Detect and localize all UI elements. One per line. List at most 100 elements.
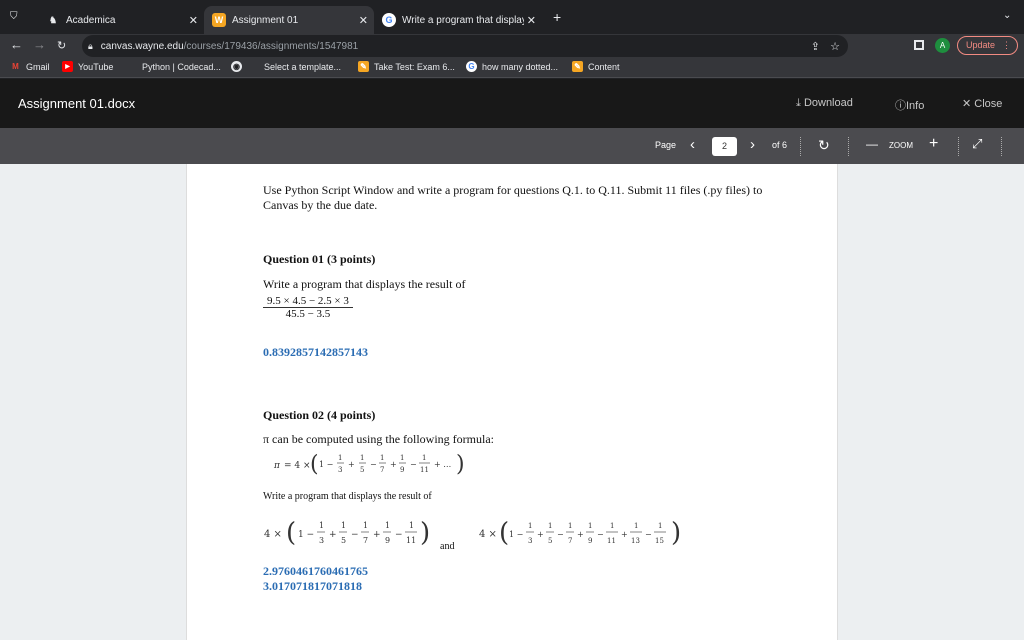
forward-icon[interactable]: →	[33, 37, 46, 52]
svg-text:11: 11	[607, 537, 616, 545]
svg-text:−: −	[645, 530, 652, 539]
prev-page-icon[interactable]: ‹	[690, 136, 695, 153]
divider	[848, 137, 849, 156]
q2-answer-2: 3.017071817071818	[263, 579, 362, 593]
google-icon: G	[466, 61, 477, 72]
svg-text:3: 3	[528, 537, 532, 545]
extension-icon[interactable]	[914, 40, 924, 50]
svg-text:4 ×: 4 ×	[264, 529, 282, 540]
bookmarks-bar: M Gmail ▶ YouTube Python | Codecad... ◉ Sel…	[0, 58, 1024, 78]
avatar[interactable]: A	[935, 38, 950, 53]
svg-text:1: 1	[380, 454, 384, 462]
svg-text:1: 1	[634, 522, 638, 530]
bookmark-label: Python | Codecad...	[142, 61, 221, 72]
svg-text:(: (	[499, 518, 509, 548]
url-host: canvas.wayne.edu	[100, 40, 184, 52]
svg-text:9: 9	[400, 466, 404, 474]
tab-label: Academica	[66, 14, 116, 26]
pi-formula-image: π = 4 × ( 1 − 13 + 15 − 17 + 19 − 111 + …	[273, 452, 465, 477]
svg-text:11: 11	[420, 466, 429, 474]
close-tab-icon[interactable]: ✕	[359, 14, 368, 27]
close-button[interactable]: ✕ Close	[962, 97, 1002, 110]
academica-icon: ♞	[48, 14, 58, 25]
zoom-out-icon[interactable]: —	[866, 137, 878, 151]
star-icon[interactable]: ☆	[830, 40, 840, 53]
download-button[interactable]: ⤓ Download	[796, 97, 853, 110]
url-field[interactable]: 🔒︎ canvas.wayne.edu /courses/179436/assi…	[82, 35, 848, 57]
svg-text:+: +	[390, 460, 397, 469]
q1-text: Write a program that displays the result…	[263, 277, 466, 291]
bookmark-template[interactable]: ◉ Select a template...	[231, 61, 341, 72]
page-total: of 6	[772, 140, 788, 150]
q1-title: Question 01 (3 points)	[263, 252, 376, 266]
close-icon: ✕	[962, 98, 972, 110]
reload-icon[interactable]: ↻	[57, 39, 66, 52]
bookmark-exam[interactable]: ✎ Take Test: Exam 6...	[358, 61, 455, 72]
blank-page-icon	[126, 61, 137, 72]
svg-text:1: 1	[360, 454, 364, 462]
address-bar: ← → ↻ 🔒︎ canvas.wayne.edu /courses/17943…	[0, 34, 1024, 58]
svg-text:1 −: 1 −	[298, 530, 314, 540]
svg-text:+: +	[329, 530, 337, 540]
svg-text:1: 1	[658, 522, 662, 530]
viewer-toolbar: Page ‹ › of 6 ↻ — ZOOM + ⤢	[0, 128, 1024, 164]
series-formula-2-image: 4 × ( 1 − 13 + 15 − 17 + 19 − 111 + 113 …	[479, 518, 681, 548]
bookmark-gmail[interactable]: M Gmail	[10, 61, 50, 72]
update-button[interactable]: Update ⋮	[957, 36, 1018, 55]
bookmark-python[interactable]: Python | Codecad...	[126, 61, 221, 72]
q2-text: π can be computed using the following fo…	[263, 432, 495, 446]
circle-logo-icon: ◉	[231, 61, 242, 72]
tab-label: Assignment 01	[232, 14, 299, 26]
svg-text:): )	[671, 518, 681, 548]
update-label: Update	[966, 40, 996, 50]
svg-text:−: −	[351, 530, 359, 540]
svg-text:π: π	[273, 461, 281, 471]
fraction-numerator: 9.5 × 4.5 − 2.5 × 3	[263, 295, 353, 308]
bookmark-dotted[interactable]: Ghow many dotted...	[466, 61, 558, 72]
svg-text:−: −	[557, 530, 564, 539]
svg-text:7: 7	[363, 536, 368, 545]
bookmark-label: how many dotted...	[482, 61, 559, 72]
new-tab-icon[interactable]: +	[553, 9, 561, 25]
svg-text:3: 3	[319, 536, 324, 545]
page-number-input[interactable]: 2	[712, 137, 737, 156]
q2-prompt: Write a program that displays the result…	[263, 491, 432, 502]
share-icon[interactable]: ⇪	[811, 40, 820, 53]
svg-text:+: +	[577, 530, 584, 539]
bookmark-label: Gmail	[26, 61, 50, 72]
svg-text:9: 9	[588, 537, 592, 545]
svg-text:1: 1	[568, 522, 572, 530]
shield-icon[interactable]: ⛉	[10, 11, 18, 22]
svg-text:13: 13	[631, 537, 640, 545]
svg-text:1: 1	[528, 522, 532, 530]
svg-text:1: 1	[610, 522, 614, 530]
svg-text:−: −	[597, 530, 604, 539]
rotate-icon[interactable]: ↻	[818, 137, 830, 154]
svg-text:3: 3	[338, 466, 342, 474]
lock-icon: 🔒︎	[88, 40, 93, 51]
tab-google[interactable]: G Write a program that displays t ✕	[374, 6, 542, 34]
q1-answer: 0.8392857142857143	[263, 345, 368, 359]
tab-search-chevron-icon[interactable]: ⌄	[1003, 10, 1011, 21]
google-icon: G	[382, 13, 396, 27]
tab-academica[interactable]: ♞ Academica ✕	[38, 6, 204, 34]
next-page-icon[interactable]: ›	[750, 136, 755, 153]
fullscreen-icon[interactable]: ⤢	[972, 136, 982, 152]
back-icon[interactable]: ←	[10, 37, 23, 52]
info-button[interactable]: ⓘInfo	[895, 97, 924, 113]
close-tab-icon[interactable]: ✕	[189, 14, 198, 27]
download-label: Download	[803, 97, 853, 109]
bookmark-content[interactable]: ✎ Content	[572, 61, 620, 72]
svg-text:1: 1	[363, 521, 368, 530]
zoom-in-icon[interactable]: +	[929, 135, 938, 153]
bookmark-label: YouTube	[78, 61, 114, 72]
and-label: and	[440, 541, 455, 552]
bookmark-label: Take Test: Exam 6...	[374, 61, 455, 72]
fraction: 9.5 × 4.5 − 2.5 × 3 45.5 − 3.5	[263, 295, 353, 320]
close-tab-icon[interactable]: ✕	[527, 14, 536, 27]
svg-text:+: +	[373, 530, 381, 540]
svg-text:+: +	[621, 530, 628, 539]
tab-assignment[interactable]: W Assignment 01 ✕	[204, 6, 374, 34]
bookmark-youtube[interactable]: ▶ YouTube	[62, 61, 113, 72]
svg-text:4 ×: 4 ×	[479, 529, 497, 540]
